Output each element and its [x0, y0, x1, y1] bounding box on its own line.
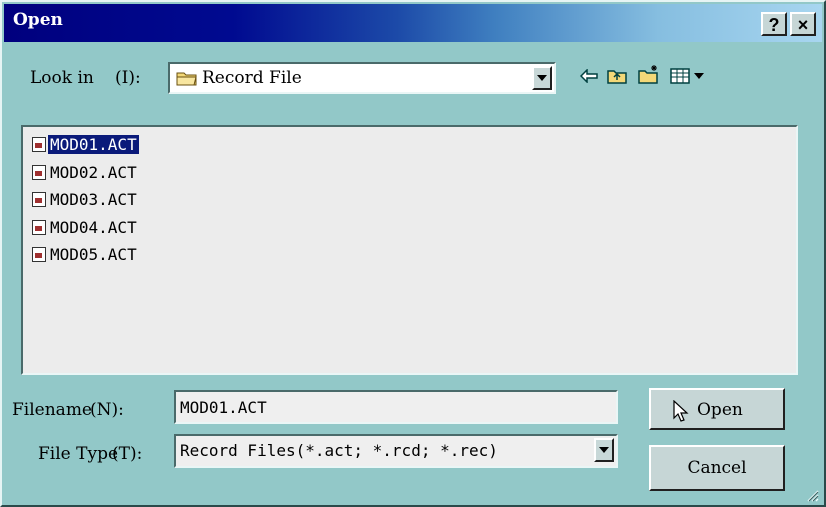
filetype-accelerator: (T):: [112, 444, 143, 464]
list-item[interactable]: MOD05.ACT: [32, 243, 139, 265]
filename-value: MOD01.ACT: [180, 398, 267, 417]
file-icon: [32, 246, 46, 262]
file-name: MOD03.ACT: [50, 189, 137, 209]
open-button-label: Open: [697, 400, 743, 420]
filetype-dropdown[interactable]: Record Files(*.act; *.rcd; *.rec): [174, 434, 618, 468]
file-icon: [32, 191, 46, 207]
filename-accelerator: (N):: [90, 400, 124, 420]
back-arrow-icon[interactable]: [579, 68, 598, 87]
list-item[interactable]: MOD03.ACT: [32, 188, 139, 210]
open-button[interactable]: Open: [649, 388, 785, 430]
look-in-label: Look in: [30, 68, 94, 88]
look-in-dropdown[interactable]: Record File: [168, 62, 556, 94]
list-item[interactable]: MOD01.ACT: [32, 133, 139, 155]
close-button[interactable]: ×: [790, 12, 816, 36]
cursor-pointer-icon: [673, 399, 689, 427]
folder-icon: [176, 70, 198, 90]
resize-grip-icon[interactable]: [805, 487, 819, 506]
look-in-accelerator: (I):: [115, 68, 141, 88]
cancel-button[interactable]: Cancel: [649, 445, 785, 491]
title-bar[interactable]: Open ? ×: [4, 4, 822, 42]
file-name: MOD01.ACT: [48, 134, 139, 154]
new-folder-icon[interactable]: [638, 64, 660, 88]
file-name: MOD04.ACT: [50, 217, 137, 237]
filetype-label: File Type: [38, 444, 119, 464]
file-icon: [32, 219, 46, 235]
filename-field[interactable]: MOD01.ACT: [174, 390, 618, 424]
window-title: Open: [13, 10, 63, 30]
open-dialog: Open ? × Look in (I): Record File MOD01.…: [0, 0, 826, 507]
chevron-down-icon[interactable]: [532, 66, 552, 90]
filetype-value: Record Files(*.act; *.rcd; *.rec): [180, 441, 498, 460]
file-icon: [32, 164, 46, 180]
list-item[interactable]: MOD04.ACT: [32, 216, 139, 238]
file-name: MOD05.ACT: [50, 244, 137, 264]
file-list[interactable]: MOD01.ACT MOD02.ACT MOD03.ACT MOD04.ACT …: [21, 125, 798, 375]
view-menu-icon[interactable]: [670, 68, 708, 88]
list-item[interactable]: MOD02.ACT: [32, 161, 139, 183]
up-folder-icon[interactable]: [607, 68, 627, 88]
file-name: MOD02.ACT: [50, 162, 137, 182]
help-button[interactable]: ?: [761, 12, 787, 36]
chevron-down-icon[interactable]: [594, 438, 614, 462]
file-icon: [32, 136, 46, 152]
look-in-value: Record File: [202, 68, 302, 88]
filename-label: Filename: [12, 400, 92, 420]
